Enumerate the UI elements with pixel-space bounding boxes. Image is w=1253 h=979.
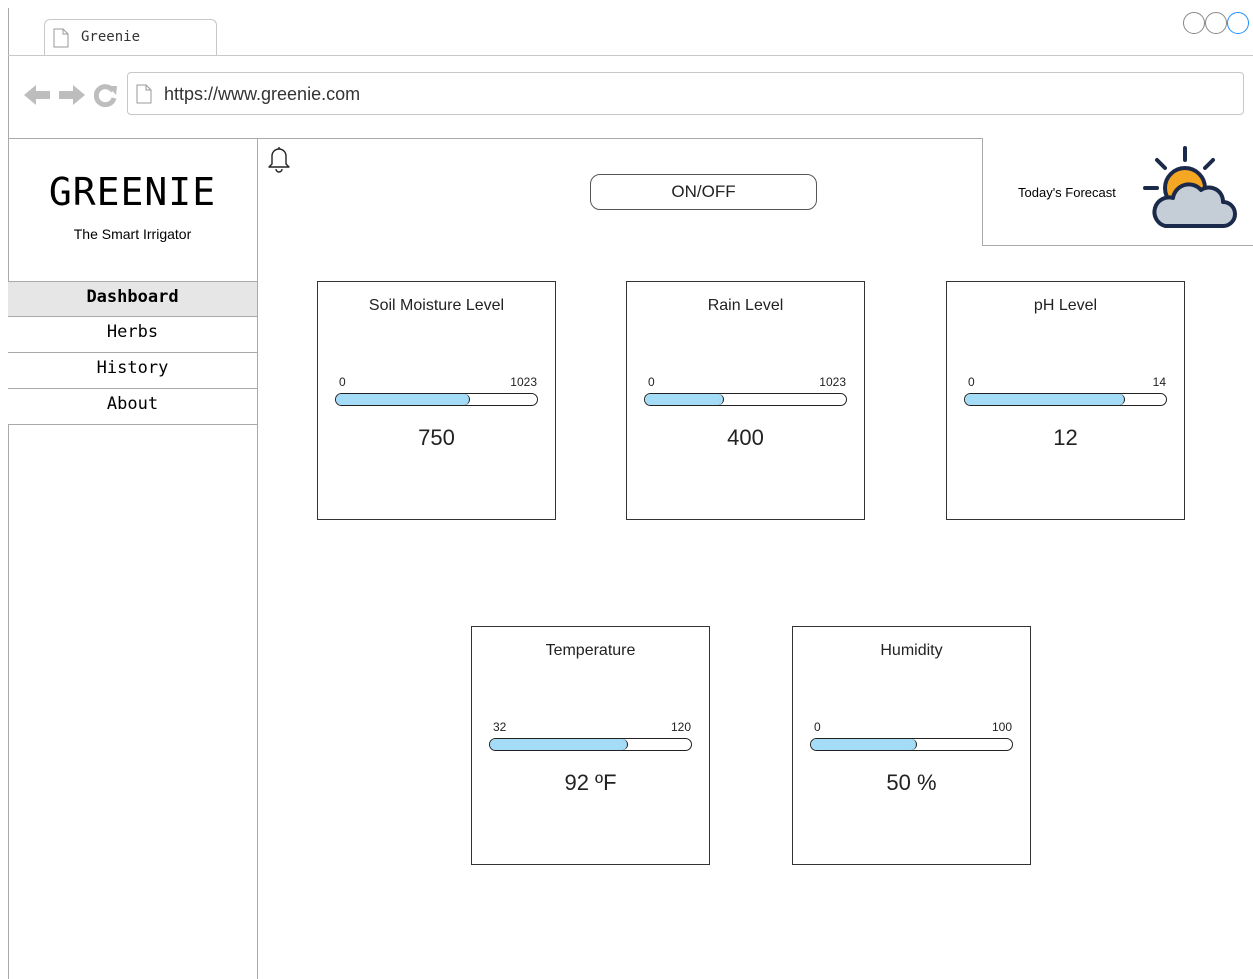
range-max: 100 (991, 720, 1012, 734)
range-max: 14 (1152, 375, 1166, 389)
level-bar (489, 738, 692, 751)
app-tagline: The Smart Irrigator (73, 226, 192, 242)
sidebar-item-about[interactable]: About (8, 389, 257, 425)
range-min: 0 (648, 375, 655, 389)
sidebar-item-herbs[interactable]: Herbs (8, 317, 257, 353)
level-bar-fill (965, 394, 1125, 405)
range-max: 120 (670, 720, 691, 734)
card-value: 750 (418, 425, 455, 450)
url-text[interactable]: https://www.greenie.com (164, 84, 360, 105)
ph-level-card: pH Level 0 14 12 (946, 281, 1185, 520)
close-button[interactable] (1227, 12, 1249, 34)
level-bar-fill (336, 394, 470, 405)
reload-icon[interactable] (94, 83, 118, 107)
power-toggle-button[interactable]: ON/OFF (590, 174, 817, 210)
sidebar-item-history[interactable]: History (8, 353, 257, 389)
range-max: 1023 (819, 375, 846, 389)
humidity-card: Humidity 0 100 50 % (792, 626, 1031, 865)
page-icon (136, 84, 152, 104)
tab-title: Greenie (81, 29, 141, 45)
app-logo: GREENIE (48, 170, 217, 214)
bell-icon[interactable] (266, 145, 292, 173)
card-value: 50 % (886, 770, 937, 795)
level-bar (964, 393, 1167, 406)
sidebar-divider (257, 138, 258, 979)
card-value: 12 (1053, 425, 1078, 450)
level-bar (644, 393, 847, 406)
range-min: 0 (968, 375, 975, 389)
minimize-button[interactable] (1183, 12, 1205, 34)
document-icon (53, 28, 69, 48)
browser-frame-edge (8, 8, 9, 979)
soil-moisture-card: Soil Moisture Level 0 1023 750 (317, 281, 556, 520)
card-title: Humidity (880, 642, 943, 659)
maximize-button[interactable] (1205, 12, 1227, 34)
window-controls (1183, 12, 1249, 34)
card-title: Soil Moisture Level (368, 297, 505, 314)
tab-strip-divider (8, 55, 1253, 56)
card-value: 92 ºF (564, 770, 617, 795)
sidebar-item-dashboard[interactable]: Dashboard (8, 281, 257, 317)
rain-level-card: Rain Level 0 1023 400 (626, 281, 865, 520)
card-title: Rain Level (707, 297, 784, 314)
level-bar (335, 393, 538, 406)
card-title: Temperature (545, 642, 636, 659)
forward-arrow-icon[interactable] (57, 82, 87, 108)
range-min: 0 (814, 720, 821, 734)
range-min: 32 (493, 720, 507, 734)
forecast-label: Today's Forecast (1018, 185, 1116, 200)
card-value: 400 (727, 425, 764, 450)
range-max: 1023 (510, 375, 537, 389)
level-bar-fill (645, 394, 725, 405)
back-arrow-icon[interactable] (22, 82, 52, 108)
temperature-card: Temperature 32 120 92 ºF (471, 626, 710, 865)
range-min: 0 (339, 375, 346, 389)
sun-behind-cloud-icon (1143, 146, 1237, 228)
card-title: pH Level (1033, 297, 1098, 314)
level-bar (810, 738, 1013, 751)
level-bar-fill (490, 739, 628, 750)
level-bar-fill (811, 739, 917, 750)
